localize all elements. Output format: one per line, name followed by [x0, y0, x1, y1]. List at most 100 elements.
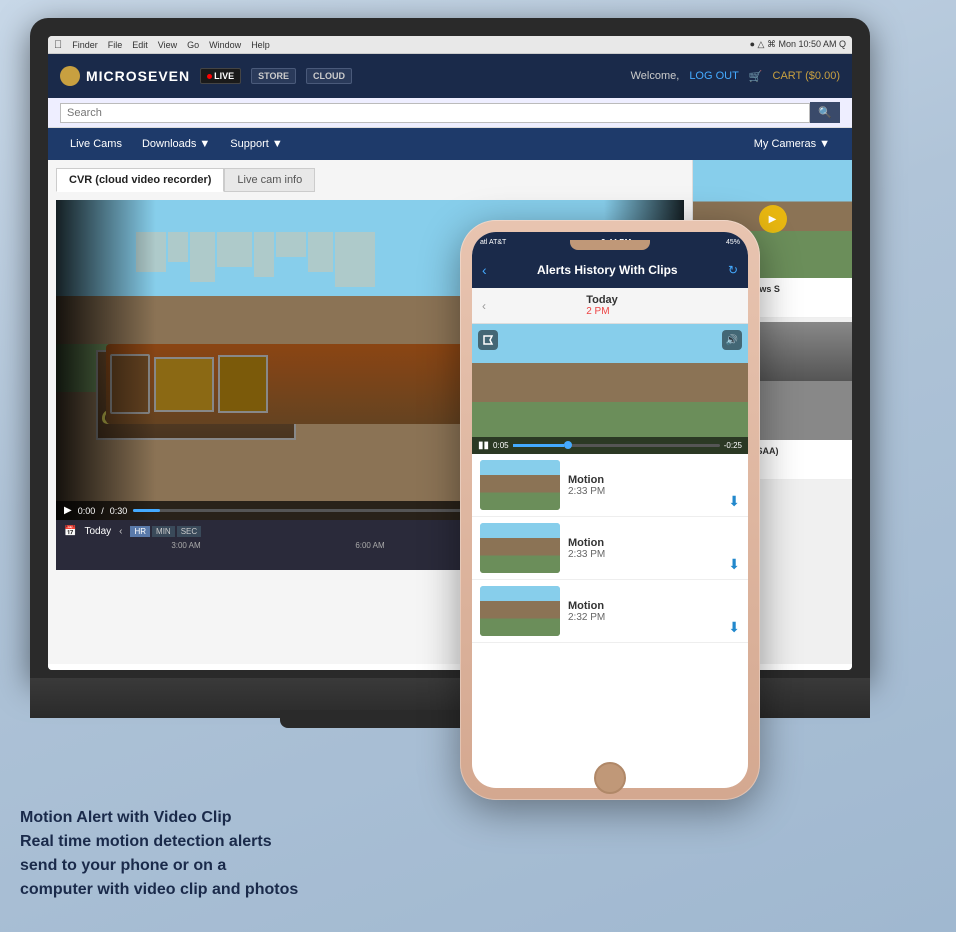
phone-app-header: ‹ Alerts History With Clips ↻: [472, 252, 748, 288]
logo-area: M MICROSEVEN: [60, 66, 190, 86]
phone-screen-title: Alerts History With Clips: [495, 263, 720, 277]
video-left-vignette: [56, 200, 156, 520]
alert-type-0: Motion: [568, 474, 720, 486]
phone-video-progress[interactable]: [513, 444, 720, 447]
menu-view[interactable]: View: [158, 40, 177, 50]
live-dot: [207, 74, 212, 79]
nav-live-cams[interactable]: Live Cams: [60, 128, 132, 160]
alert-download-2[interactable]: ⬇: [728, 619, 740, 636]
calendar-icon: 📅: [64, 526, 76, 537]
cvr-tabs: CVR (cloud video recorder) Live cam info: [56, 168, 684, 192]
timeline-type-buttons: HR MIN SEC: [130, 526, 201, 537]
desc-line-2: Real time motion detection alerts: [20, 830, 440, 854]
cart-icon: 🛒: [749, 70, 763, 83]
phone-back-button[interactable]: ‹: [482, 262, 487, 278]
play-button[interactable]: ▶: [64, 505, 72, 516]
timeline-today-label: Today: [84, 526, 111, 537]
apple-icon: : [54, 39, 62, 51]
phone-alerts-list: Motion 2:33 PM ⬇ Motion 2:33 PM ⬇: [472, 454, 748, 643]
phone-refresh-button[interactable]: ↻: [728, 263, 738, 277]
search-button[interactable]: 🔍: [810, 102, 840, 123]
search-input[interactable]: [60, 103, 810, 123]
menu-edit[interactable]: Edit: [132, 40, 148, 50]
description-text: Motion Alert with Video Clip Real time m…: [20, 806, 440, 902]
timeline-mark-0: 3:00 AM: [94, 541, 278, 550]
desc-line-1: Motion Alert with Video Clip: [20, 806, 440, 830]
menu-file[interactable]: File: [108, 40, 123, 50]
downloads-chevron: ▼: [199, 138, 210, 150]
mycameras-chevron: ▼: [819, 138, 830, 150]
phone-video-frame: [472, 324, 748, 454]
phone-home-button[interactable]: [594, 762, 626, 794]
alert-time-1: 2:33 PM: [568, 549, 720, 560]
phone-screen: atl AT&T 2:44 PM 45% ‹ Alerts History Wi…: [472, 232, 748, 788]
nav-live-badge[interactable]: LIVE: [200, 68, 241, 84]
phone-video-progress-fill: [513, 444, 565, 447]
logo-icon: M: [60, 66, 80, 86]
alert-time-2: 2:32 PM: [568, 612, 720, 623]
phone-date-section: ‹ Today 2 PM: [472, 288, 748, 324]
alert-thumb-1: [480, 523, 560, 573]
alert-item-0[interactable]: Motion 2:33 PM ⬇: [472, 454, 748, 517]
nav-support[interactable]: Support ▼: [220, 128, 292, 160]
alert-info-1: Motion 2:33 PM: [568, 537, 720, 560]
nav-downloads[interactable]: Downloads ▼: [132, 128, 220, 160]
video-time-separator: /: [101, 506, 104, 516]
nav-my-cameras[interactable]: My Cameras ▼: [744, 128, 840, 160]
cart-button[interactable]: CART ($0.00): [773, 70, 840, 82]
alert-download-0[interactable]: ⬇: [728, 493, 740, 510]
alert-time-0: 2:33 PM: [568, 486, 720, 497]
phone-device: atl AT&T 2:44 PM 45% ‹ Alerts History Wi…: [460, 220, 760, 800]
phone-pause-button[interactable]: ▮▮: [478, 440, 489, 451]
tab-cvr[interactable]: CVR (cloud video recorder): [56, 168, 224, 192]
nav-store-badge[interactable]: STORE: [251, 68, 296, 84]
phone-video-sound-icon[interactable]: 🔊: [722, 330, 742, 350]
timeline-sec-button[interactable]: SEC: [177, 526, 201, 537]
menu-help[interactable]: Help: [251, 40, 270, 50]
alert-download-1[interactable]: ⬇: [728, 556, 740, 573]
phone-frame: atl AT&T 2:44 PM 45% ‹ Alerts History Wi…: [460, 220, 760, 800]
mac-status-icons: ● △ ⌘ Mon 10:50 AM Q: [750, 39, 846, 50]
phone-battery: 45%: [726, 239, 740, 246]
menu-go[interactable]: Go: [187, 40, 199, 50]
alert-item-1[interactable]: Motion 2:33 PM ⬇: [472, 517, 748, 580]
tab-live-cam-info[interactable]: Live cam info: [224, 168, 315, 192]
alert-info-0: Motion 2:33 PM: [568, 474, 720, 497]
alert-item-2[interactable]: Motion 2:32 PM ⬇: [472, 580, 748, 643]
alert-type-1: Motion: [568, 537, 720, 549]
video-time-total: 0:30: [110, 506, 128, 516]
svg-text:M: M: [67, 74, 73, 81]
phone-camera-notch: [570, 240, 650, 250]
menu-window[interactable]: Window: [209, 40, 241, 50]
phone-date-label: Today: [586, 294, 618, 306]
nav-cloud-badge[interactable]: CLOUD: [306, 68, 352, 84]
phone-video-time-current: 0:05: [493, 441, 509, 450]
phone-prev-button[interactable]: ‹: [482, 299, 486, 313]
desc-line-3: send to your phone or on a: [20, 854, 440, 878]
phone-video-settings-icon[interactable]: [478, 330, 498, 350]
brand-name: MICROSEVEN: [86, 68, 190, 84]
timeline-min-button[interactable]: MIN: [152, 526, 175, 537]
menu-finder[interactable]: Finder: [72, 40, 98, 50]
mac-menubar:  Finder File Edit View Go Window Help ●…: [48, 36, 852, 54]
video-progress-fill: [133, 509, 160, 512]
alert-info-2: Motion 2:32 PM: [568, 600, 720, 623]
video-time-current: 0:00: [78, 506, 96, 516]
timeline-back-arrow[interactable]: ‹: [119, 526, 122, 537]
welcome-text: Welcome,: [631, 70, 680, 82]
phone-signal: atl AT&T: [480, 239, 506, 246]
phone-video-player[interactable]: 🔊 ▮▮ 0:05 -0:25: [472, 324, 748, 454]
logout-button[interactable]: LOG OUT: [689, 70, 739, 82]
camera-play-overlay-1[interactable]: ▶: [759, 205, 787, 233]
alert-thumb-0: [480, 460, 560, 510]
search-bar: 🔍: [48, 98, 852, 128]
timeline-hr-button[interactable]: HR: [130, 526, 150, 537]
timeline-mark-1: 6:00 AM: [278, 541, 462, 550]
phone-date-info: Today 2 PM: [586, 294, 618, 317]
phone-time-label: 2 PM: [586, 306, 618, 317]
phone-video-time-end: -0:25: [724, 441, 742, 450]
phone-video-progress-handle[interactable]: [564, 441, 572, 449]
alert-type-2: Motion: [568, 600, 720, 612]
background-buildings: [136, 232, 375, 287]
phone-video-controls: ▮▮ 0:05 -0:25: [472, 437, 748, 454]
